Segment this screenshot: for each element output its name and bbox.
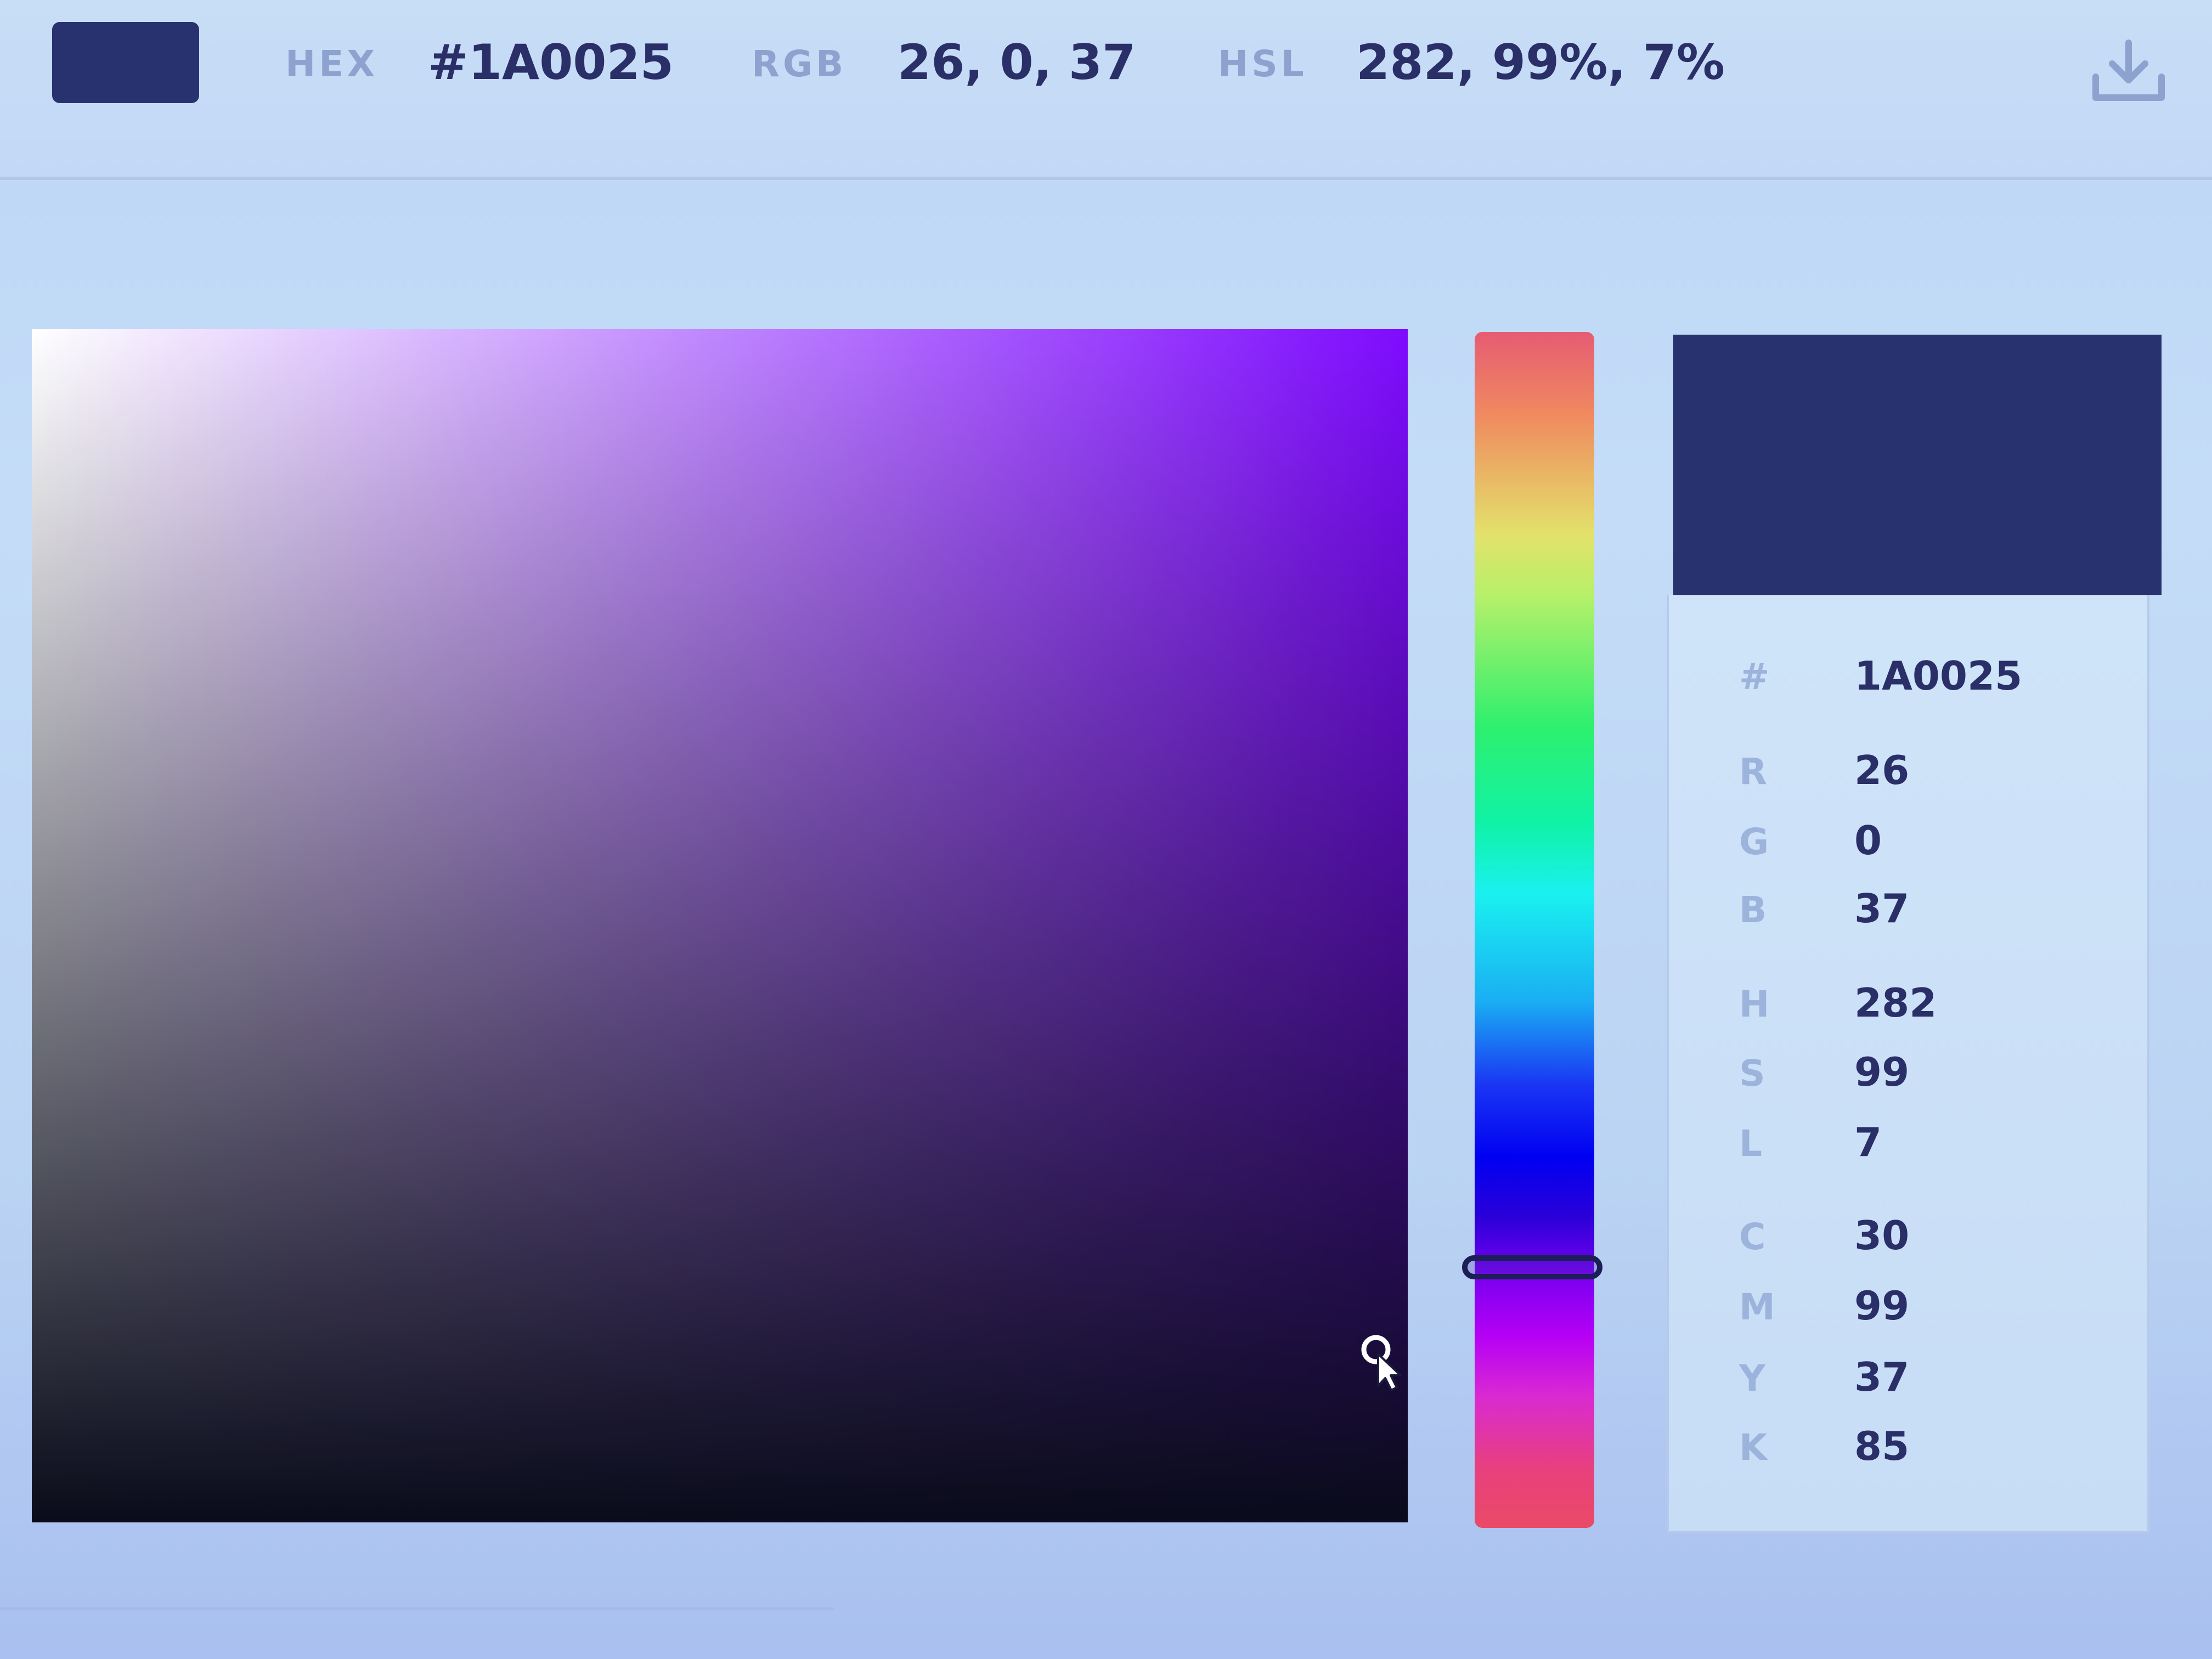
red-value[interactable]: 26: [1854, 747, 1909, 793]
red-label: R: [1739, 751, 1767, 793]
rgb-label: RGB: [752, 43, 847, 85]
hue-slider-handle[interactable]: [1462, 1255, 1602, 1279]
saturation-label: S: [1739, 1052, 1765, 1094]
blue-label: B: [1739, 889, 1767, 931]
cyan-value[interactable]: 30: [1854, 1212, 1909, 1259]
rgb-value[interactable]: 26, 0, 37: [898, 34, 1136, 91]
hue-label: H: [1739, 983, 1770, 1025]
hex-field-value[interactable]: 1A0025: [1854, 653, 2022, 699]
lightness-value[interactable]: 7: [1854, 1119, 1882, 1165]
hex-label: HEX: [285, 43, 379, 85]
cyan-label: C: [1739, 1216, 1766, 1258]
hue-slider[interactable]: [1475, 332, 1594, 1528]
current-color-swatch: [52, 22, 199, 103]
top-bar-divider: [0, 177, 2212, 180]
yellow-value[interactable]: 37: [1854, 1354, 1909, 1400]
green-value[interactable]: 0: [1854, 817, 1882, 864]
key-black-label: K: [1739, 1426, 1768, 1469]
color-picker-cursor-icon[interactable]: [1359, 1333, 1403, 1393]
hue-value[interactable]: 282: [1854, 980, 1937, 1026]
saturation-lightness-field[interactable]: [32, 329, 1408, 1522]
hsl-label: HSL: [1218, 43, 1307, 85]
download-icon: [2092, 40, 2165, 101]
yellow-label: Y: [1739, 1357, 1765, 1400]
blue-value[interactable]: 37: [1854, 885, 1909, 932]
footer-divider: [0, 1607, 834, 1610]
saturation-value[interactable]: 99: [1854, 1049, 1909, 1095]
lightness-label: L: [1739, 1122, 1763, 1165]
hex-field-label: #: [1739, 656, 1770, 698]
hex-value[interactable]: #1A0025: [428, 34, 674, 91]
key-black-value[interactable]: 85: [1854, 1423, 1909, 1469]
top-bar: [0, 0, 2212, 181]
color-preview-swatch: [1673, 335, 2162, 595]
download-button[interactable]: [2090, 38, 2167, 104]
magenta-label: M: [1739, 1286, 1775, 1328]
hsl-value[interactable]: 282, 99%, 7%: [1356, 34, 1725, 91]
green-label: G: [1739, 821, 1769, 863]
magenta-value[interactable]: 99: [1854, 1283, 1909, 1329]
